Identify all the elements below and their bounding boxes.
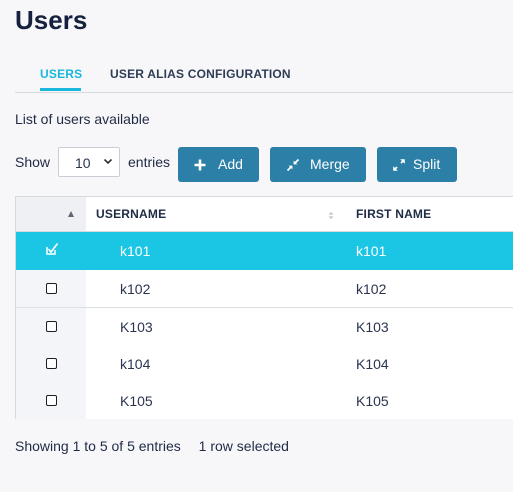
page-title: Users <box>15 5 88 35</box>
table-row[interactable]: k104 K104 <box>16 345 513 383</box>
table-footer: Showing 1 to 5 of 5 entries 1 row select… <box>15 438 289 454</box>
selection-info: 1 row selected <box>198 438 289 454</box>
merge-button[interactable]: Merge <box>270 147 366 182</box>
cell-first-name: K104 <box>356 356 389 372</box>
row-select-cell[interactable] <box>16 345 86 382</box>
cell-username: K105 <box>120 393 153 409</box>
checkbox[interactable] <box>46 395 57 406</box>
row-select-cell[interactable] <box>16 308 86 345</box>
row-select-cell[interactable] <box>16 382 86 419</box>
sort-icon <box>328 211 334 220</box>
split-button-label: Split <box>413 156 441 172</box>
checkbox[interactable] <box>46 358 57 369</box>
tab-user-alias-configuration[interactable]: USER ALIAS CONFIGURATION <box>110 67 291 81</box>
checkbox-checked-icon <box>46 242 59 255</box>
users-table: USERNAME FIRST NAME k101 k101 k102 k102 … <box>15 196 513 419</box>
merge-button-label: Merge <box>310 156 350 172</box>
select-column-header[interactable] <box>16 197 86 231</box>
cell-username: k104 <box>120 356 151 372</box>
chevron-down-icon <box>103 158 113 165</box>
cell-first-name: k102 <box>356 281 387 297</box>
active-tab-indicator <box>40 88 81 91</box>
table-row[interactable]: K105 K105 <box>16 382 513 419</box>
expand-arrows-icon <box>393 159 405 171</box>
table-row[interactable]: k101 k101 <box>16 232 513 270</box>
list-description: List of users available <box>15 111 150 127</box>
cell-username: K103 <box>120 319 153 335</box>
tab-users[interactable]: USERS <box>40 67 82 81</box>
add-button[interactable]: Add <box>178 147 259 182</box>
column-header-first-name[interactable]: FIRST NAME <box>356 207 431 221</box>
show-label: Show <box>15 154 51 170</box>
entries-per-page-value: 10 <box>75 155 91 171</box>
split-button[interactable]: Split <box>377 147 457 182</box>
cell-first-name: K105 <box>356 393 389 409</box>
cell-username: k101 <box>120 243 151 259</box>
row-select-cell[interactable] <box>16 232 86 269</box>
cell-first-name: k101 <box>356 243 387 259</box>
checkbox[interactable] <box>46 283 57 294</box>
entries-per-page-select[interactable]: 10 <box>58 147 120 177</box>
plus-icon <box>194 159 206 171</box>
table-header: USERNAME FIRST NAME <box>16 197 513 232</box>
cell-username: k102 <box>120 281 151 297</box>
table-info: Showing 1 to 5 of 5 entries <box>15 438 181 454</box>
sort-ascending-icon <box>68 211 74 217</box>
row-select-cell[interactable] <box>16 270 86 307</box>
cell-first-name: K103 <box>356 319 389 335</box>
column-header-username[interactable]: USERNAME <box>96 207 166 221</box>
add-button-label: Add <box>218 156 243 172</box>
tab-bar: USERS USER ALIAS CONFIGURATION <box>15 61 513 93</box>
table-row[interactable]: K103 K103 <box>16 308 513 346</box>
compress-arrows-icon <box>286 158 300 172</box>
checkbox[interactable] <box>46 321 57 332</box>
entries-label: entries <box>128 154 171 170</box>
table-row[interactable]: k102 k102 <box>16 270 513 308</box>
